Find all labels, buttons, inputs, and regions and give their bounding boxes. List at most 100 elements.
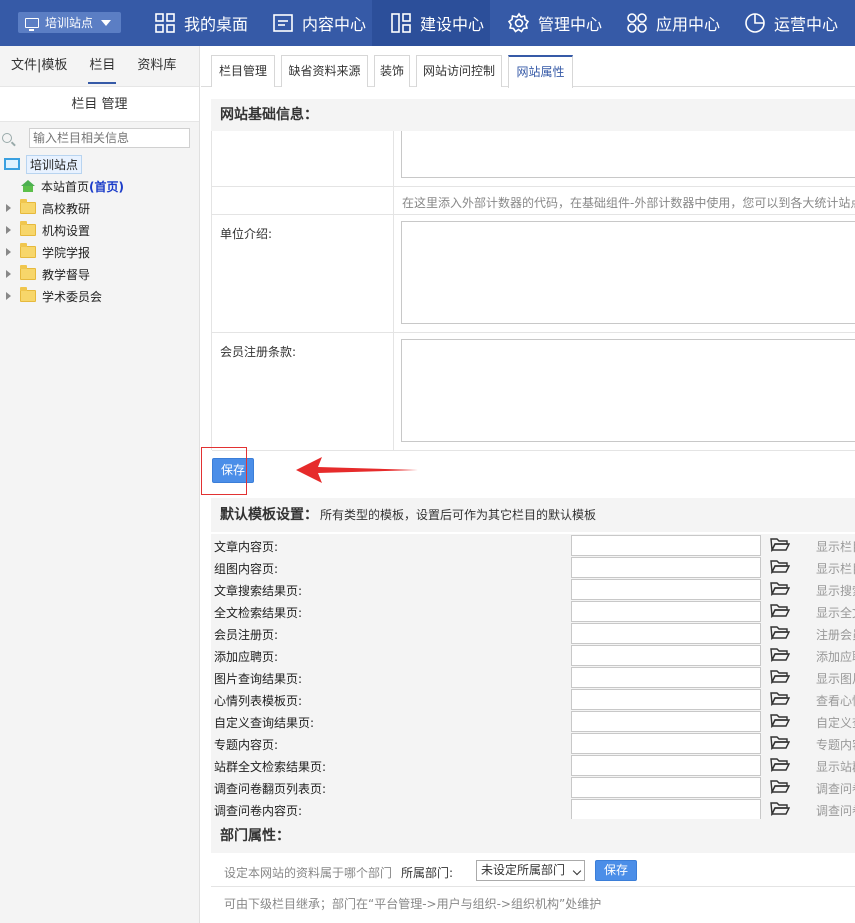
document-icon [272, 12, 294, 34]
template-row-label: 图片查询结果页: [214, 672, 303, 686]
template-row-label: 心情列表模板页: [214, 694, 303, 708]
dept-properties-title-text: 部门属性： [220, 828, 290, 844]
folder-icon [20, 221, 36, 236]
gear-icon [507, 12, 530, 34]
template-settings-title-text: 默认模板设置： [220, 507, 318, 523]
open-folder-icon[interactable] [770, 800, 790, 816]
template-row-label: 站群全文检索结果页: [214, 760, 327, 774]
left-panel: 文件|模板 栏目 资料库 栏目 管理 培训站点 本站首页 (首页) 高校教研 机… [0, 46, 200, 923]
template-row: 文章内容页: 显示栏目 [211, 534, 855, 556]
tab-columns[interactable]: 栏目 [78, 46, 126, 86]
tree-item-label: 机构设置 [42, 223, 91, 238]
site-selector[interactable]: 培训站点 [18, 12, 121, 33]
nav-app-center[interactable]: 应用中心 [608, 0, 726, 46]
nav-content-center[interactable]: 内容中心 [254, 0, 372, 46]
nav-admin-center[interactable]: 管理中心 [490, 0, 608, 46]
nav-ops-center[interactable]: 运营中心 [726, 0, 855, 46]
tab-library[interactable]: 资料库 [126, 46, 187, 86]
template-row-label: 自定义查询结果页: [214, 716, 315, 730]
tab-decoration[interactable]: 装饰 [374, 55, 410, 87]
tab-files-templates[interactable]: 文件|模板 [0, 46, 78, 86]
template-path-input[interactable] [571, 579, 761, 600]
template-row-desc: 专题内容 [816, 738, 855, 752]
pie-chart-icon [744, 12, 766, 34]
column-search-input[interactable] [29, 128, 190, 148]
template-path-input[interactable] [571, 711, 761, 732]
open-folder-icon[interactable] [770, 602, 790, 618]
tree-item[interactable]: 学术委员会 [6, 286, 102, 306]
template-row: 全文检索结果页: 显示全文 [211, 600, 855, 622]
expand-arrow-icon[interactable] [6, 248, 11, 256]
red-arrow-annotation [296, 457, 418, 483]
template-path-input[interactable] [571, 535, 761, 556]
open-folder-icon[interactable] [770, 646, 790, 662]
template-row-label: 调查问卷翻页列表页: [214, 782, 327, 796]
tree-item[interactable]: 高校教研 [6, 198, 90, 218]
tab-site-properties[interactable]: 网站属性 [508, 55, 573, 88]
nav-build-center[interactable]: 建设中心 [372, 0, 490, 46]
open-folder-icon[interactable] [770, 558, 790, 574]
nav-my-desktop[interactable]: 我的桌面 [136, 0, 254, 46]
home-icon [21, 180, 35, 192]
template-row-desc: 显示图片 [816, 672, 855, 686]
expand-arrow-icon[interactable] [6, 292, 11, 300]
search-icon [2, 133, 12, 143]
counter-code-textarea[interactable] [401, 131, 855, 178]
member-terms-label: 会员注册条款: [212, 333, 394, 450]
template-settings-title: 默认模板设置： 所有类型的模板，设置后可作为其它栏目的默认模板 [211, 498, 855, 532]
template-path-input[interactable] [571, 689, 761, 710]
template-path-input[interactable] [571, 799, 761, 820]
template-path-input[interactable] [571, 601, 761, 622]
template-path-input[interactable] [571, 645, 761, 666]
tree-item[interactable]: 机构设置 [6, 220, 90, 240]
open-folder-icon[interactable] [770, 624, 790, 640]
template-path-input[interactable] [571, 623, 761, 644]
template-path-input[interactable] [571, 777, 761, 798]
dept-save-button[interactable]: 保存 [595, 860, 637, 881]
template-path-input[interactable] [571, 755, 761, 776]
tree-item-home[interactable]: 本站首页 (首页) [21, 176, 124, 196]
monitor-icon [25, 17, 39, 31]
dept-select-value: 未设定所属部门 [481, 863, 566, 877]
tree-root[interactable]: 培训站点 [4, 154, 83, 174]
nav-label: 管理中心 [538, 15, 603, 34]
expand-arrow-icon[interactable] [6, 226, 11, 234]
nav-label: 我的桌面 [184, 15, 249, 34]
expand-arrow-icon[interactable] [6, 270, 11, 278]
tab-default-source[interactable]: 缺省资料来源 [281, 55, 368, 87]
template-row-desc: 自定义查 [816, 716, 855, 730]
template-row-desc: 注册会员 [816, 628, 855, 642]
template-row: 文章搜索结果页: 显示搜索 [211, 578, 855, 600]
basic-info-title: 网站基础信息： [211, 99, 855, 131]
apps-icon [626, 12, 648, 34]
chevron-down-icon [572, 866, 582, 876]
template-row-label: 组图内容页: [214, 562, 279, 576]
open-folder-icon[interactable] [770, 712, 790, 728]
tree-item-label: 学术委员会 [42, 289, 103, 304]
template-row-desc: 显示站群 [816, 760, 855, 774]
template-path-input[interactable] [571, 733, 761, 754]
unit-intro-textarea[interactable] [401, 221, 855, 324]
template-row-label: 调查问卷内容页: [214, 804, 303, 818]
open-folder-icon[interactable] [770, 580, 790, 596]
tree-item[interactable]: 教学督导 [6, 264, 90, 284]
template-path-input[interactable] [571, 667, 761, 688]
template-row-desc: 查看心情 [816, 694, 855, 708]
expand-arrow-icon[interactable] [6, 204, 11, 212]
dept-select[interactable]: 未设定所属部门 [476, 860, 585, 881]
template-path-input[interactable] [571, 557, 761, 578]
open-folder-icon[interactable] [770, 778, 790, 794]
open-folder-icon[interactable] [770, 734, 790, 750]
member-terms-textarea[interactable] [401, 339, 855, 442]
tab-column-manage[interactable]: 栏目管理 [211, 55, 275, 87]
dept-row: 设定本网站的资料属于哪个部门 所属部门: 未设定所属部门 保存 [211, 855, 855, 887]
form-row-counter [212, 131, 855, 187]
open-folder-icon[interactable] [770, 756, 790, 772]
tab-access-control[interactable]: 网站访问控制 [416, 55, 502, 87]
open-folder-icon[interactable] [770, 668, 790, 684]
tree-item-label: 教学督导 [42, 267, 91, 282]
open-folder-icon[interactable] [770, 690, 790, 706]
tree-root-label: 培训站点 [26, 154, 83, 174]
open-folder-icon[interactable] [770, 536, 790, 552]
tree-item[interactable]: 学院学报 [6, 242, 90, 262]
